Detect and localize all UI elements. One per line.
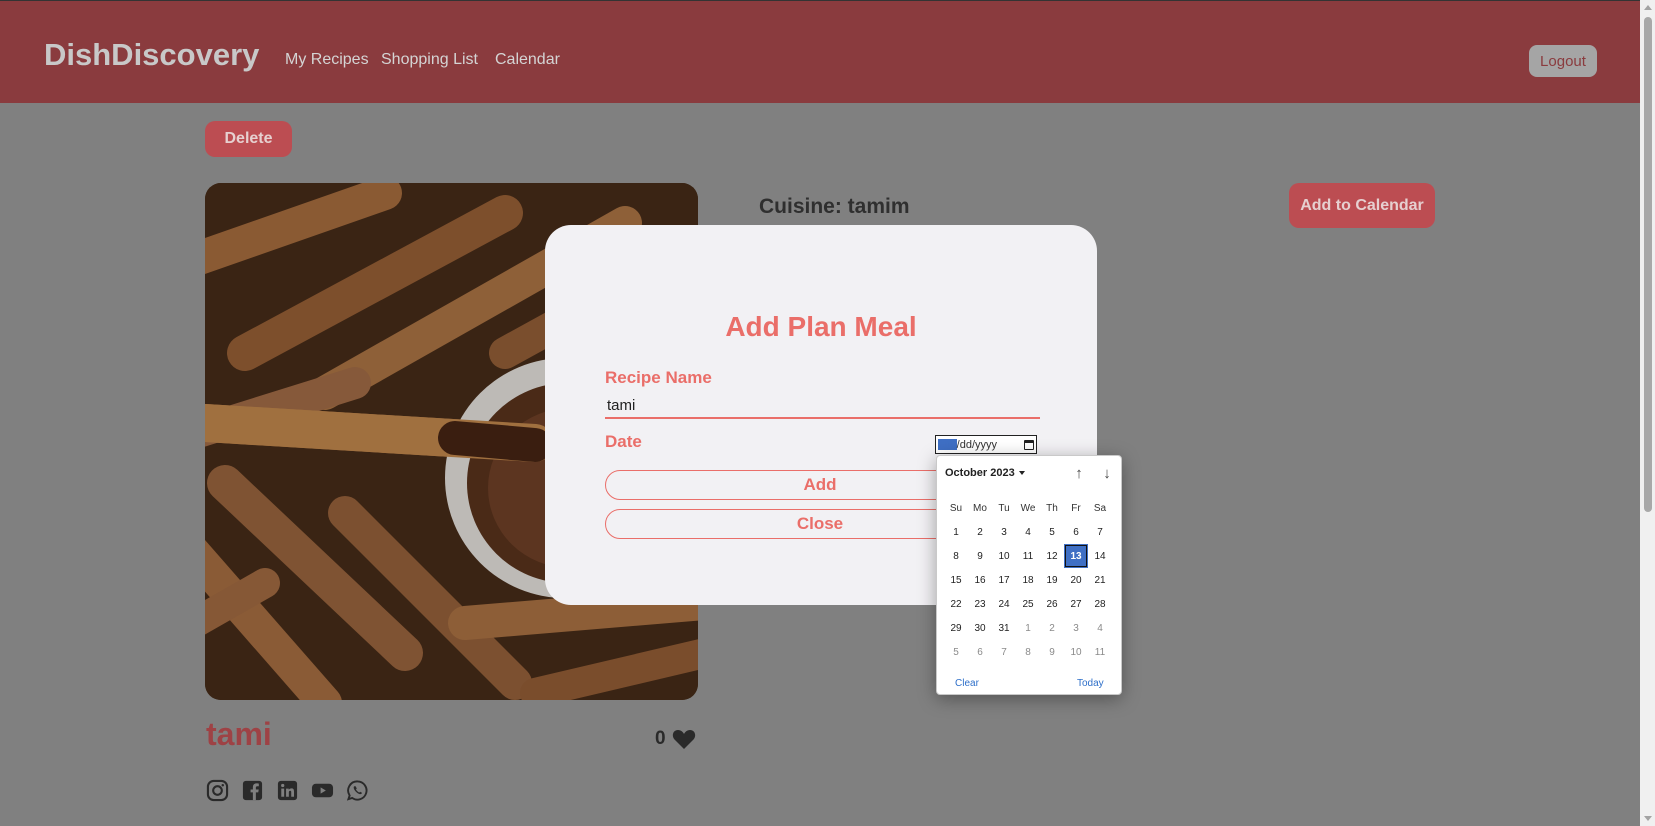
nav-calendar[interactable]: Calendar (495, 51, 560, 69)
calendar-day[interactable]: 25 (1016, 592, 1040, 616)
logout-button[interactable]: Logout (1529, 45, 1597, 77)
calendar-day[interactable]: 21 (1088, 568, 1112, 592)
calendar-day[interactable]: 30 (968, 616, 992, 640)
nav-shopping-list[interactable]: Shopping List (381, 51, 478, 69)
calendar-day[interactable]: 15 (944, 568, 968, 592)
calendar-day[interactable]: 7 (1088, 520, 1112, 544)
calendar-day[interactable]: 19 (1040, 568, 1064, 592)
calendar-day[interactable]: 5 (1040, 520, 1064, 544)
calendar-day[interactable]: 26 (1040, 592, 1064, 616)
likes-count: 0 (655, 728, 666, 749)
date-picker-popup: October 2023 ↑ ↓ Su Mo Tu We Th Fr Sa 1 2 3 4 5 6 7 8 9… (936, 455, 1122, 695)
calendar-day[interactable]: 9 (968, 544, 992, 568)
heart-icon[interactable] (672, 728, 696, 750)
calendar-day[interactable]: 2 (968, 520, 992, 544)
modal-title: Add Plan Meal (725, 311, 917, 342)
calendar-day[interactable]: 6 (1064, 520, 1088, 544)
delete-button[interactable]: Delete (205, 121, 292, 157)
date-rest-segment[interactable]: /dd/yyyy (957, 439, 997, 451)
calendar-day[interactable]: 24 (992, 592, 1016, 616)
scroll-thumb[interactable] (1644, 17, 1652, 512)
linkedin-icon[interactable] (276, 779, 299, 802)
calendar-day[interactable]: 3 (992, 520, 1016, 544)
weekday-header: Tu (998, 502, 1010, 514)
calendar-day[interactable]: 29 (944, 616, 968, 640)
today-button[interactable]: Today (1077, 678, 1104, 689)
calendar-day[interactable]: 10 (992, 544, 1016, 568)
nav-my-recipes[interactable]: My Recipes (285, 51, 369, 69)
calendar-day[interactable]: 14 (1088, 544, 1112, 568)
arrow-down-icon[interactable]: ↓ (1099, 465, 1115, 481)
clear-button[interactable]: Clear (955, 678, 979, 689)
calendar-day-other-month[interactable]: 1 (1016, 616, 1040, 640)
weekday-header: Su (949, 502, 963, 514)
calendar-day-other-month[interactable]: 8 (1016, 640, 1040, 664)
scroll-up-arrow[interactable] (1644, 5, 1652, 10)
calendar-grid: Su Mo Tu We Th Fr Sa 1 2 3 4 5 6 7 8 9 10 11 12 13 14 15 16 17 1… (944, 496, 1112, 664)
calendar-day-other-month[interactable]: 11 (1088, 640, 1112, 664)
arrow-up-icon[interactable]: ↑ (1071, 465, 1087, 481)
whatsapp-icon[interactable] (346, 779, 369, 802)
weekday-header: Sa (1093, 502, 1107, 514)
calendar-day[interactable]: 27 (1064, 592, 1088, 616)
calendar-day-other-month[interactable]: 4 (1088, 616, 1112, 640)
calendar-day[interactable]: 16 (968, 568, 992, 592)
instagram-icon[interactable] (206, 779, 229, 802)
calendar-day[interactable]: 31 (992, 616, 1016, 640)
top-navbar: DishDiscovery My Recipes Shopping List C… (0, 0, 1640, 103)
calendar-day[interactable]: 4 (1016, 520, 1040, 544)
calendar-day-other-month[interactable]: 6 (968, 640, 992, 664)
date-month-segment[interactable]: mm (938, 439, 957, 450)
calendar-day[interactable]: 18 (1016, 568, 1040, 592)
calendar-day-other-month[interactable]: 5 (944, 640, 968, 664)
weekday-header: Mo (973, 502, 987, 514)
month-year-label: October 2023 (945, 467, 1015, 479)
calendar-day-other-month[interactable]: 10 (1064, 640, 1088, 664)
likes-counter: 0 (655, 728, 696, 750)
date-label: Date (605, 432, 642, 451)
date-input[interactable]: mm /dd/yyyy (935, 435, 1037, 454)
cuisine-label: Cuisine: tamim (759, 195, 910, 218)
calendar-day[interactable]: 23 (968, 592, 992, 616)
recipe-name-label: Recipe Name (605, 368, 712, 387)
vertical-scrollbar[interactable] (1640, 0, 1655, 826)
calendar-day[interactable]: 13 (1064, 544, 1088, 568)
calendar-day[interactable]: 12 (1040, 544, 1064, 568)
calendar-icon[interactable] (1024, 439, 1034, 450)
calendar-day-other-month[interactable]: 7 (992, 640, 1016, 664)
calendar-day-other-month[interactable]: 3 (1064, 616, 1088, 640)
brand-logo[interactable]: DishDiscovery (44, 37, 259, 73)
weekday-header: Fr (1071, 502, 1081, 514)
month-year-selector[interactable]: October 2023 (945, 467, 1025, 479)
add-to-calendar-button[interactable]: Add to Calendar (1289, 183, 1435, 228)
social-icons (206, 779, 369, 802)
weekday-header: Th (1046, 502, 1058, 514)
recipe-title: tami (206, 716, 272, 752)
calendar-day[interactable]: 20 (1064, 568, 1088, 592)
calendar-day-other-month[interactable]: 9 (1040, 640, 1064, 664)
calendar-day[interactable]: 22 (944, 592, 968, 616)
calendar-day[interactable]: 11 (1016, 544, 1040, 568)
calendar-day-other-month[interactable]: 2 (1040, 616, 1064, 640)
weekday-header: We (1020, 502, 1036, 514)
calendar-day[interactable]: 1 (944, 520, 968, 544)
calendar-day[interactable]: 17 (992, 568, 1016, 592)
facebook-icon[interactable] (241, 779, 264, 802)
caret-down-icon (1018, 471, 1025, 475)
calendar-day[interactable]: 28 (1088, 592, 1112, 616)
recipe-name-input[interactable] (605, 393, 1040, 419)
calendar-day[interactable]: 8 (944, 544, 968, 568)
youtube-icon[interactable] (311, 779, 334, 802)
scroll-down-arrow[interactable] (1644, 816, 1652, 821)
